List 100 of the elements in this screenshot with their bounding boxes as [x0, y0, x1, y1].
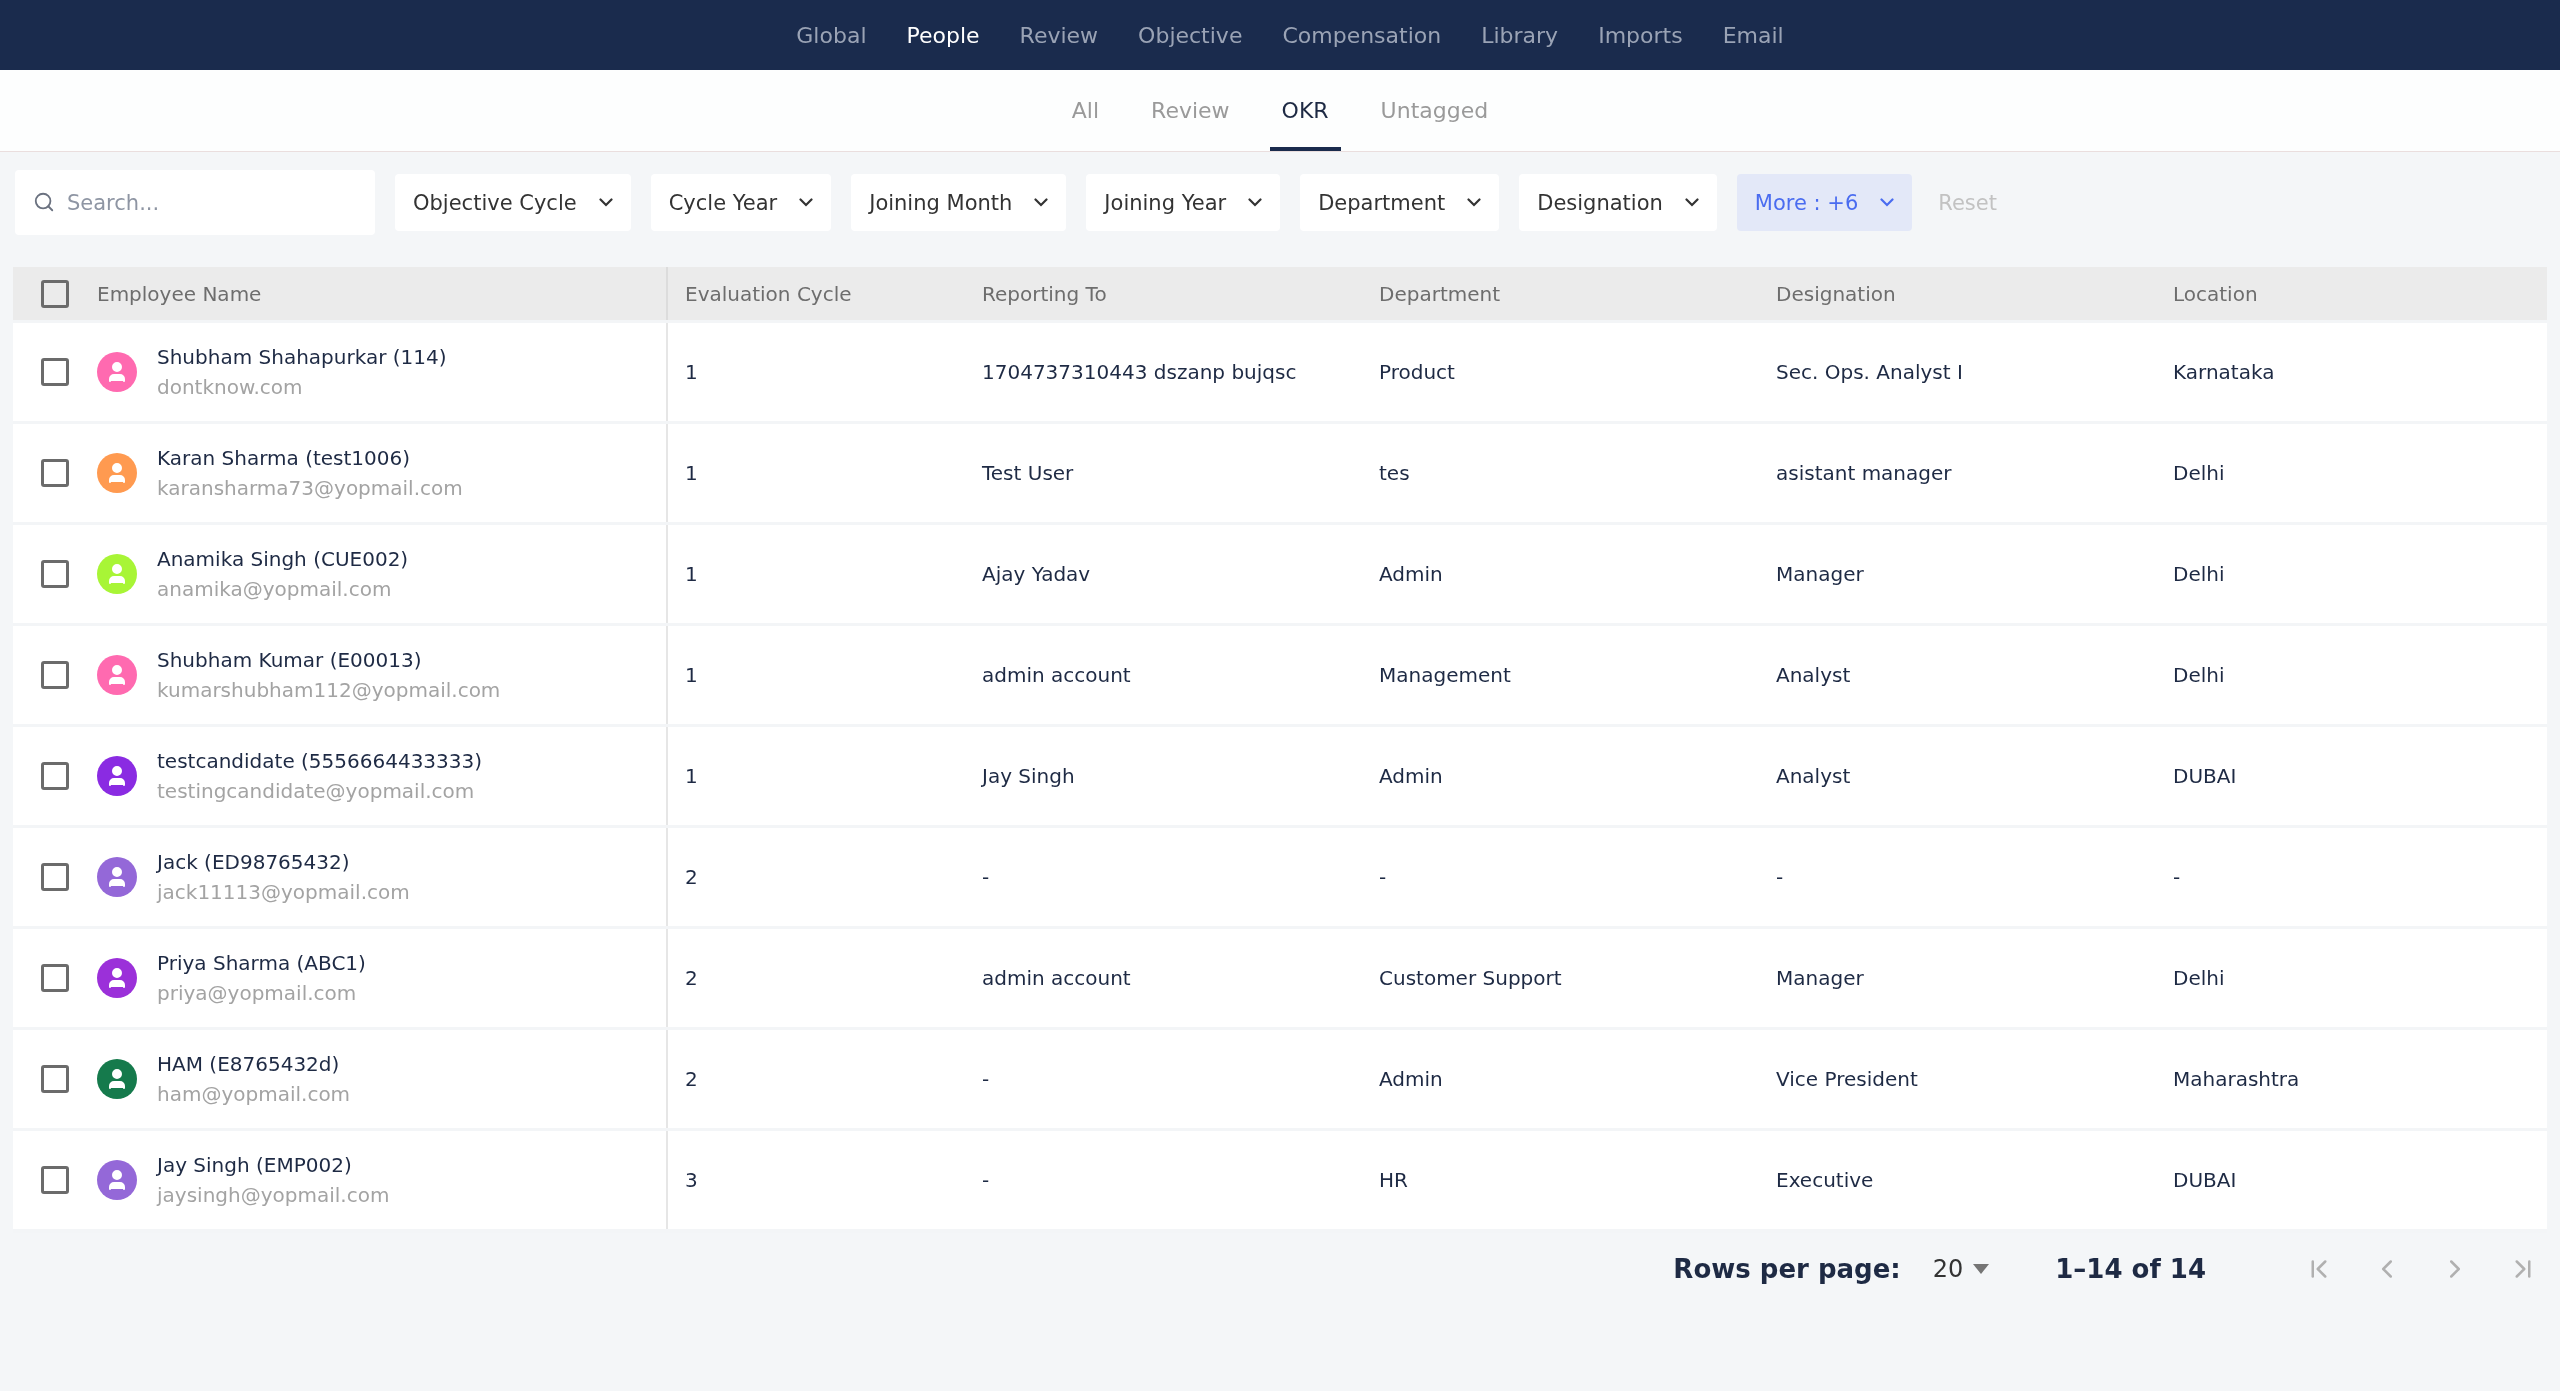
table-cell-text: Test User	[981, 461, 1075, 485]
dropdown-triangle-icon	[1973, 1264, 1990, 1274]
filter-dropdown[interactable]: Department	[1300, 174, 1500, 231]
table-cell-text: Manager	[1775, 966, 1865, 990]
table-cell-text: Jay Singh	[980, 764, 1076, 788]
employee-email: ham@yopmail.com	[157, 1082, 351, 1106]
employee-email: anamika@yopmail.com	[157, 577, 393, 601]
table-cell-text: 1	[684, 663, 699, 687]
table-cell-text: Executive	[1775, 1168, 1875, 1192]
employee-name: testcandidate (5556664433333)	[157, 749, 483, 773]
chevron-down-icon	[598, 198, 613, 207]
employee-email: testingcandidate@yopmail.com	[157, 779, 476, 803]
column-header: Reporting To	[981, 280, 1108, 308]
nav-link[interactable]: Global	[796, 22, 867, 48]
table-cell-text: Karnataka	[2172, 360, 2276, 384]
filter-dropdown[interactable]: Joining Year	[1086, 174, 1281, 231]
column-header: Department	[1378, 280, 1502, 308]
rows-per-page-select[interactable]: 20	[1926, 1254, 1996, 1284]
employee-email: jack11113@yopmail.com	[157, 880, 410, 904]
table-cell-text: 2	[684, 966, 699, 990]
table-cell-text: Sec. Ops. Analyst I	[1775, 360, 1964, 384]
chevron-down-icon	[799, 198, 814, 207]
employee-name: Priya Sharma (ABC1)	[157, 951, 366, 975]
column-header: Employee Name	[97, 280, 262, 308]
table-cell-text: Customer Support	[1378, 966, 1563, 990]
table-cell-text: -	[1775, 865, 1785, 889]
table-cell-text: DUBAI	[2172, 1168, 2238, 1192]
row-checkbox[interactable]	[41, 1065, 69, 1093]
chevron-down-icon	[1248, 198, 1263, 207]
employee-email: kumarshubham112@yopmail.com	[157, 678, 501, 702]
filter-dropdown[interactable]: Cycle Year	[650, 174, 832, 231]
employee-name: HAM (E8765432d)	[157, 1052, 341, 1076]
nav-link[interactable]: Review	[1019, 22, 1099, 48]
row-checkbox[interactable]	[41, 1166, 69, 1194]
nav-link[interactable]: Library	[1481, 22, 1559, 48]
filter-dropdown[interactable]: More : +6	[1736, 174, 1913, 231]
table-cell-text: Vice President	[1775, 1067, 1919, 1091]
page-range: 1–14 of 14	[2055, 1254, 2206, 1284]
filter-dropdown[interactable]: Joining Month	[851, 174, 1067, 231]
column-header: Designation	[1775, 280, 1897, 308]
filter-dropdown[interactable]: Objective Cycle	[395, 174, 631, 231]
tab[interactable]: Untagged	[1368, 70, 1501, 151]
table-cell-text: -	[981, 1067, 991, 1091]
column-header: Location	[2172, 280, 2259, 308]
employee-name: Jay Singh (EMP002)	[157, 1153, 353, 1177]
table-cell-text: Delhi	[2172, 663, 2226, 687]
table-cell-text: Admin	[1378, 1067, 1444, 1091]
search-field[interactable]: Search...	[15, 170, 375, 235]
table-cell-text: -	[1378, 865, 1388, 889]
table-cell-text: 1	[684, 764, 699, 788]
nav-link[interactable]: Objective	[1138, 22, 1243, 48]
nav-link[interactable]: Email	[1722, 22, 1784, 48]
employee-name: Anamika Singh (CUE002)	[157, 547, 409, 571]
table-cell-text: 3	[684, 1168, 699, 1192]
table-cell-text: 1	[684, 461, 699, 485]
table-cell-text: DUBAI	[2172, 764, 2238, 788]
table-cell-text: tes	[1378, 461, 1411, 485]
row-checkbox[interactable]	[41, 459, 69, 487]
chevron-down-icon	[1880, 198, 1895, 207]
table-cell-text: asistant manager	[1775, 461, 1953, 485]
table-cell-text: Maharashtra	[2172, 1067, 2301, 1091]
table-cell-text: 2	[684, 1067, 699, 1091]
tab[interactable]: OKR	[1269, 70, 1341, 151]
row-checkbox[interactable]	[41, 560, 69, 588]
employee-name: Jack (ED98765432)	[157, 850, 351, 874]
table-cell-text: Product	[1378, 360, 1456, 384]
row-checkbox[interactable]	[41, 358, 69, 386]
nav-link[interactable]: People	[906, 22, 980, 48]
table-cell-text: 1	[684, 562, 699, 586]
filter-dropdown[interactable]: Designation	[1519, 174, 1717, 231]
table-cell-text: Ajay Yadav	[981, 562, 1092, 586]
search-icon	[33, 191, 55, 213]
employee-name: Shubham Kumar (E00013)	[157, 648, 423, 672]
table-cell-text: Analyst	[1775, 764, 1852, 788]
table-cell-text: admin account	[981, 663, 1132, 687]
chevron-down-icon	[1684, 198, 1699, 207]
table-cell-text: Delhi	[2172, 461, 2226, 485]
nav-link[interactable]: Imports	[1598, 22, 1683, 48]
select-all-checkbox[interactable]	[41, 279, 69, 308]
chevron-down-icon	[1467, 198, 1482, 207]
employee-name: Karan Sharma (test1006)	[157, 446, 412, 470]
nav-link[interactable]: Compensation	[1282, 22, 1442, 48]
employee-name: Shubham Shahapurkar (114)	[157, 345, 447, 369]
row-checkbox[interactable]	[41, 661, 69, 689]
table-cell-text: 1	[684, 360, 699, 384]
row-checkbox[interactable]	[41, 762, 69, 790]
table-cell-text: -	[981, 1168, 991, 1192]
employee-email: jaysingh@yopmail.com	[157, 1183, 390, 1207]
table-cell-text: Admin	[1378, 562, 1444, 586]
tab[interactable]: Review	[1139, 70, 1242, 151]
employee-email: dontknow.com	[157, 375, 304, 399]
row-checkbox[interactable]	[41, 863, 69, 891]
row-checkbox[interactable]	[41, 964, 69, 992]
table-cell-text: 1704737310443 dszanp bujqsc	[981, 360, 1298, 384]
table-cell-text: Delhi	[2172, 966, 2226, 990]
table-cell-text: 2	[684, 865, 699, 889]
tab[interactable]: All	[1059, 70, 1112, 151]
table-cell-text: Analyst	[1775, 663, 1852, 687]
chevron-down-icon	[1034, 198, 1049, 207]
table-cell-text: Delhi	[2172, 562, 2226, 586]
